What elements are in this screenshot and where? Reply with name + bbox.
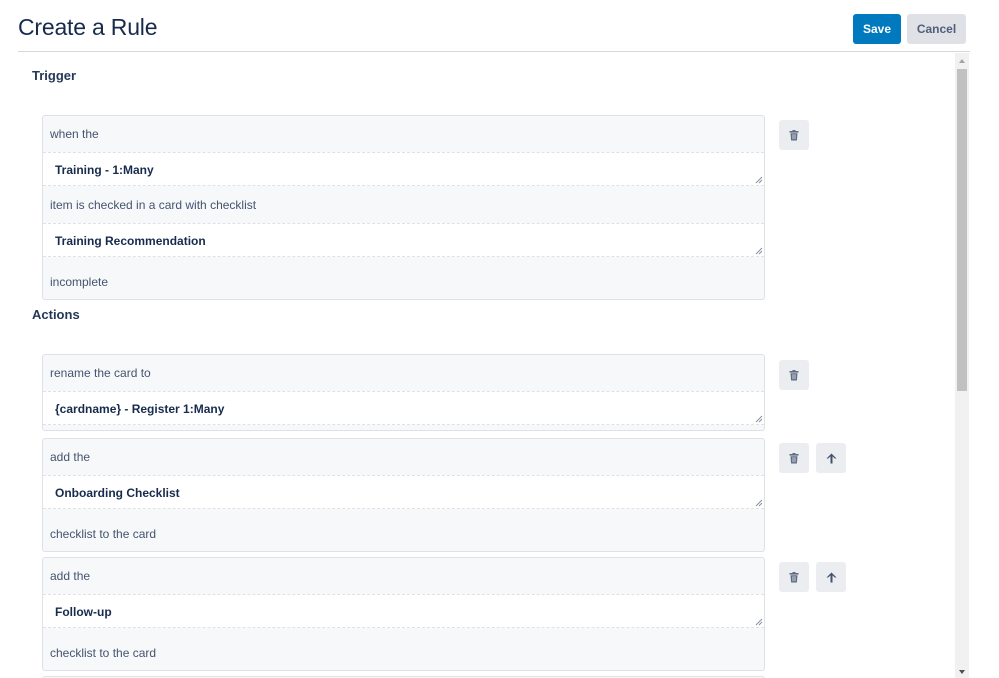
vertical-scrollbar[interactable] — [955, 53, 969, 678]
action-card: add the Onboarding Checklist checklist t… — [42, 438, 765, 552]
scroll-up-arrow-icon[interactable] — [958, 57, 966, 65]
action-text: add the — [50, 450, 91, 464]
resize-grip-icon[interactable] — [755, 618, 763, 626]
save-button[interactable]: Save — [853, 14, 901, 44]
delete-trigger-button[interactable] — [779, 120, 809, 150]
action-checklist-field[interactable]: Onboarding Checklist — [43, 475, 764, 509]
header: Create a Rule Save Cancel — [0, 0, 999, 52]
trigger-text-incomplete: incomplete — [50, 275, 109, 289]
cancel-button[interactable]: Cancel — [907, 14, 966, 44]
arrow-up-icon — [826, 453, 836, 463]
scroll-down-arrow-icon[interactable] — [958, 668, 966, 676]
action-text: rename the card to — [50, 366, 151, 380]
delete-action-button[interactable] — [779, 360, 809, 390]
trash-icon — [789, 129, 799, 140]
action-field-value: {cardname} - Register 1:Many — [55, 402, 225, 416]
delete-action-button[interactable] — [779, 443, 809, 473]
scrollbar-thumb[interactable] — [957, 69, 967, 391]
actions-section-title: Actions — [32, 307, 80, 322]
move-up-button[interactable] — [816, 562, 846, 592]
action-checklist-field[interactable]: Follow-up — [43, 594, 764, 628]
arrow-up-icon — [826, 572, 836, 582]
trigger-checklist-item-value: Training - 1:Many — [55, 163, 154, 177]
resize-grip-icon[interactable] — [755, 247, 763, 255]
trigger-checklist-item-field[interactable]: Training - 1:Many — [43, 152, 764, 186]
action-text: checklist to the card — [50, 527, 157, 541]
trigger-text-when: when the — [50, 127, 99, 141]
resize-grip-icon[interactable] — [755, 176, 763, 184]
trash-icon — [789, 452, 799, 463]
trigger-checklist-name-value: Training Recommendation — [55, 234, 206, 248]
resize-grip-icon[interactable] — [755, 499, 763, 507]
trigger-card: when the Training - 1:Many item is check… — [42, 115, 765, 300]
action-rename-field[interactable]: {cardname} - Register 1:Many — [43, 391, 764, 425]
move-up-button[interactable] — [816, 443, 846, 473]
trigger-text-item-checked: item is checked in a card with checklist — [50, 198, 257, 212]
trigger-checklist-name-field[interactable]: Training Recommendation — [43, 223, 764, 257]
delete-action-button[interactable] — [779, 562, 809, 592]
action-card: rename the card to {cardname} - Register… — [42, 354, 765, 431]
trigger-section-title: Trigger — [32, 68, 77, 83]
trash-icon — [789, 369, 799, 380]
action-field-value: Follow-up — [55, 605, 112, 619]
rule-editor: Trigger when the Training - 1:Many item … — [0, 52, 999, 678]
trash-icon — [789, 571, 799, 582]
action-card: add the Follow-up checklist to the card — [42, 557, 765, 671]
action-text: add the — [50, 569, 91, 583]
action-field-value: Onboarding Checklist — [55, 486, 180, 500]
page-title: Create a Rule — [18, 14, 158, 40]
action-text: checklist to the card — [50, 646, 157, 660]
resize-grip-icon[interactable] — [755, 415, 763, 423]
